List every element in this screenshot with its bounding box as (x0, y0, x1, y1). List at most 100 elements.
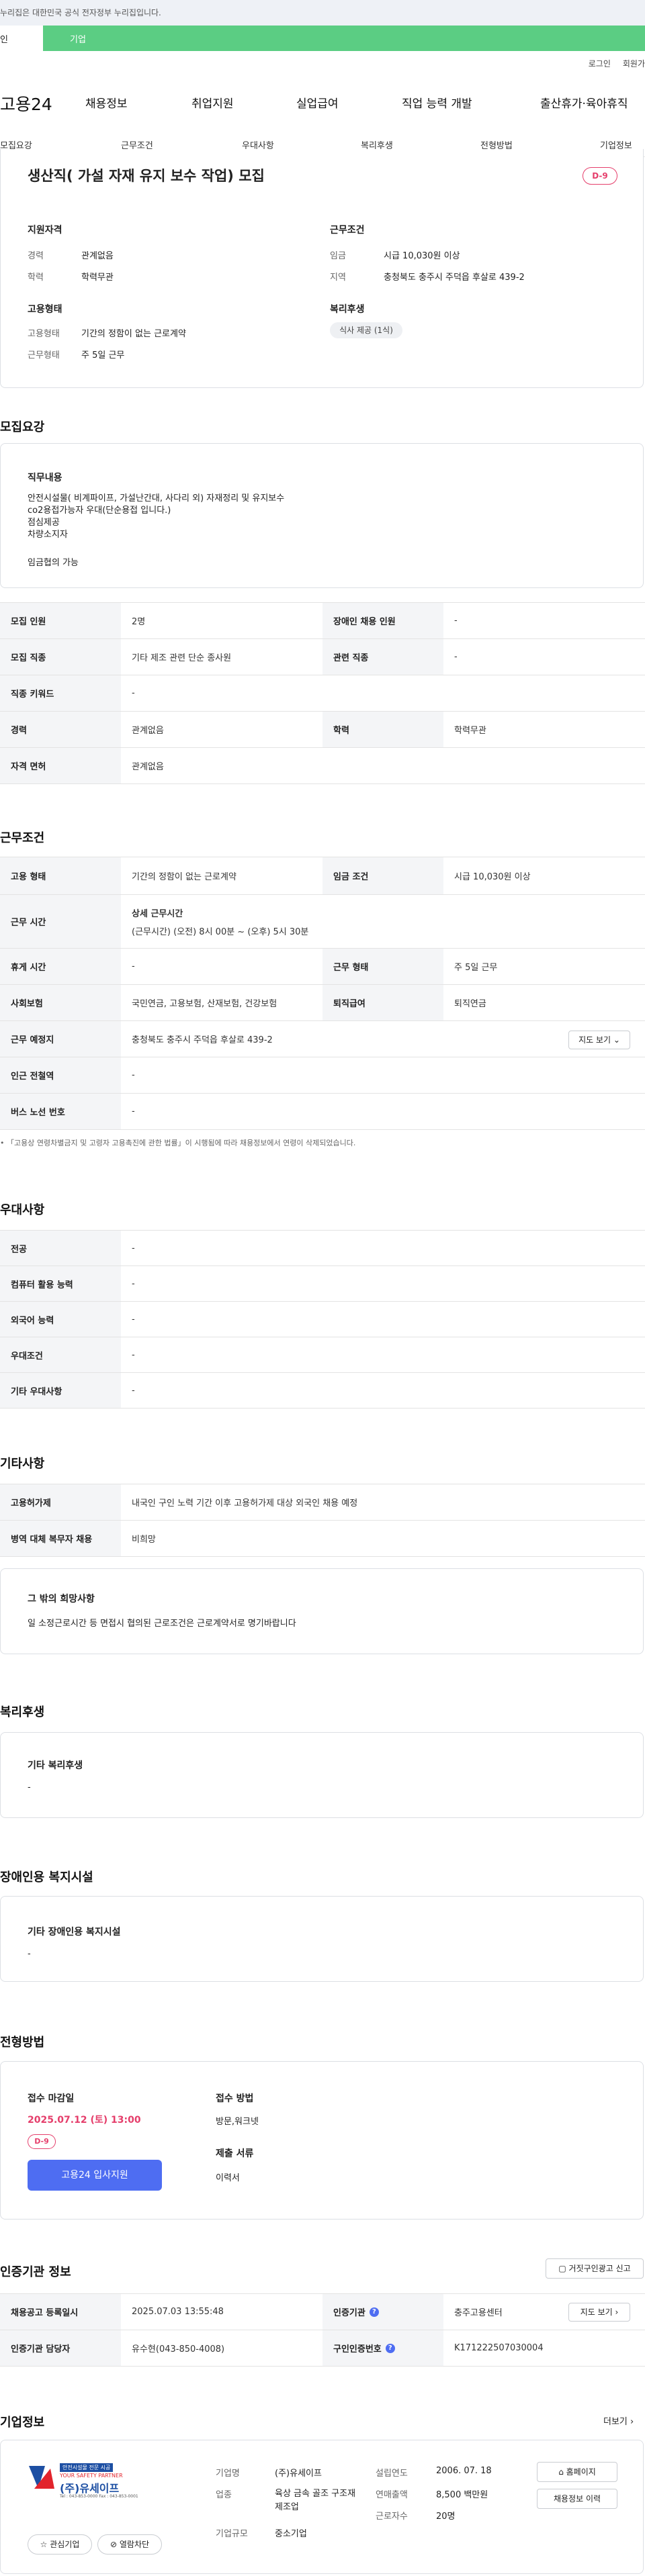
table-row: 사회보험 국민연금, 고용보험, 산재보험, 건강보험 퇴직급여 퇴직연금 (0, 985, 645, 1021)
report-fake-ad-button[interactable]: ▢ 거짓구인광고 신고 (546, 2258, 644, 2279)
cert-map-button[interactable]: 지도 보기 › (568, 2303, 630, 2322)
etc-table: 고용허가제 내국인 구인 노력 기간 이후 고용허가제 대상 외국인 채용 예정 … (0, 1484, 645, 1557)
process-heading: 전형방법 (0, 2036, 45, 2050)
table-row: 전공 - (0, 1231, 645, 1266)
cond-label: 임금 (330, 251, 346, 261)
help-icon[interactable]: ? (369, 2307, 379, 2317)
age-law-note: • 「고용상 연령차별금지 및 고령자 고용촉진에 관한 법률」이 시행됨에 따… (0, 1139, 356, 1147)
table-row: 고용허가제 내국인 구인 노력 기간 이후 고용허가제 대상 외국인 채용 예정 (0, 1484, 645, 1521)
table-header: 구인인증번호? (322, 2330, 443, 2366)
table-header: 모집 인원 (0, 603, 121, 638)
signup-link[interactable]: 회원가 (623, 59, 645, 68)
table-cell: - (132, 1349, 135, 1360)
block-icon: ⊘ (110, 2540, 118, 2549)
gnb-unemployment[interactable]: 실업급여 (296, 94, 339, 111)
emp-value: 기간의 정함이 없는 근로계약 (81, 329, 186, 339)
table-row: 버스 노선 번호 - (0, 1094, 645, 1130)
hope-text: 일 소정근로시간 등 면접시 협의된 근로조건은 근로계약서로 명기바랍니다 (28, 1619, 296, 1629)
docs-value: 이력서 (216, 2173, 240, 2183)
table-row: 기타 우대사항 - (0, 1373, 645, 1409)
process-card: 접수 마감일 2025.07.12 (토) 13:00 D-9 고용24 입사지… (0, 2061, 644, 2220)
table-header: 인근 전철역 (0, 1057, 121, 1093)
etc-heading: 기타사항 (0, 1457, 45, 1471)
table-cell: - (454, 616, 458, 626)
company-field-label: 업종 (216, 2490, 232, 2500)
table-cell: 기타 제조 관련 단순 종사원 (132, 653, 232, 663)
gnb-jobs[interactable]: 채용정보 (85, 94, 128, 111)
company-field-label: 기업명 (216, 2469, 240, 2479)
table-row: 모집 직종 기타 제조 관련 단순 종사원 관련 직종 - (0, 639, 645, 675)
recruit-heading: 모집요강 (0, 420, 45, 434)
map-view-button[interactable]: 지도 보기 ⌄ (568, 1031, 630, 1049)
apply-button[interactable]: 고용24 입사지원 (28, 2160, 162, 2191)
duty-heading: 직무내용 (28, 473, 62, 483)
table-header: 사회보험 (0, 985, 121, 1020)
table-row: 근무 시간 상세 근무시간 (근무시간) (오전) 8시 00분 ~ (오후) … (0, 895, 645, 949)
table-header: 인증기관? (322, 2294, 443, 2330)
gnb-employment-support[interactable]: 취업지원 (191, 94, 234, 111)
cert-org-label: 인증기관 (333, 2308, 366, 2318)
table-cell: - (132, 688, 135, 698)
homepage-button[interactable]: ⌂ 홈페이지 (537, 2462, 617, 2482)
help-icon[interactable]: ? (385, 2343, 395, 2353)
table-header: 우대조건 (0, 1337, 121, 1372)
company-card: 안전시설물 전문 시공 YOUR SAFETY PARTNER (주)유세이프 … (0, 2440, 644, 2574)
tab-company[interactable]: 기업 (43, 26, 645, 51)
docs-heading: 제출 서류 (216, 2148, 254, 2159)
table-header: 전공 (0, 1231, 121, 1266)
table-cell: - (132, 1385, 135, 1396)
table-header: 휴게 시간 (0, 949, 121, 984)
table-header: 근무 예정지 (0, 1021, 121, 1057)
disabled-card: 기타 장애인용 복지시설 - (0, 1896, 644, 1982)
table-cell: 충청북도 충주시 주덕읍 후살로 439-2 (132, 1035, 273, 1045)
site-logo[interactable]: 고용24 (0, 91, 52, 115)
job-history-button[interactable]: 채용정보 이력 (537, 2489, 617, 2509)
cert-heading: 인증기관 정보 (0, 2265, 71, 2279)
login-link[interactable]: 로그인 (589, 59, 611, 68)
table-cell: - (132, 1243, 135, 1253)
company-field-value: 8,500 백만원 (436, 2490, 488, 2500)
table-row: 컴퓨터 활용 능력 - (0, 1266, 645, 1302)
benefit-heading: 복리후생 (0, 1705, 45, 1719)
global-nav: 고용24 채용정보 취업지원 실업급여 직업 능력 개발 출산휴가·육아휴직 (0, 81, 645, 121)
logo-tagline: YOUR SAFETY PARTNER (60, 2473, 123, 2479)
table-row: 인근 전철역 - (0, 1057, 645, 1094)
table-cell: 충주고용센터 (454, 2308, 503, 2318)
table-row: 채용공고 등록일시 2025.07.03 13:55:48 인증기관? 충주고용… (0, 2294, 645, 2330)
chevron-down-icon: ⌄ (613, 1035, 620, 1045)
logo-name: (주)유세이프 (60, 2482, 120, 2495)
table-cell: 기간의 정함이 없는 근로계약 (132, 872, 236, 882)
recruit-table: 모집 인원 2명 장애인 채용 인원 - 모집 직종 기타 제조 관련 단순 종… (0, 602, 645, 784)
table-row: 직종 키워드 - (0, 675, 645, 712)
emp-value: 주 5일 근무 (81, 350, 125, 361)
disabled-value: - (28, 1949, 31, 1959)
table-cell: - (132, 1314, 135, 1325)
company-more-link[interactable]: 더보기 › (603, 2414, 634, 2427)
duty-line: 점심제공 (28, 518, 60, 528)
table-header: 장애인 채용 인원 (322, 603, 443, 638)
gnb-training[interactable]: 직업 능력 개발 (402, 94, 472, 111)
work-heading: 근무조건 (0, 831, 45, 845)
table-header: 컴퓨터 활용 능력 (0, 1266, 121, 1301)
tab-individual[interactable]: 인 (0, 26, 43, 51)
block-label: 열람차단 (119, 2540, 150, 2549)
cond-value: 시급 10,030원 이상 (384, 251, 460, 261)
table-cell: - (132, 1070, 135, 1080)
table-row: 휴게 시간 - 근무 형태 주 5일 근무 (0, 949, 645, 985)
table-row: 모집 인원 2명 장애인 채용 인원 - (0, 603, 645, 639)
cond-heading: 근무조건 (330, 225, 365, 236)
dday-badge: D-9 (583, 167, 617, 185)
logo-top: 안전시설물 전문 시공 (60, 2463, 114, 2472)
table-header: 고용허가제 (0, 1484, 121, 1520)
table-header: 고용 형태 (0, 857, 121, 894)
gnb-parental-leave[interactable]: 출산휴가·육아휴직 (540, 94, 628, 111)
benefit-sub: 기타 복리후생 (28, 1760, 83, 1771)
company-field-value: 중소기업 (275, 2529, 307, 2539)
block-company-button[interactable]: ⊘ 열람차단 (97, 2534, 162, 2555)
table-cell: 국민연금, 고용보험, 산재보험, 건강보험 (132, 999, 277, 1009)
home-icon: ⌂ (558, 2467, 564, 2477)
work-hours-value: (근무시간) (오전) 8시 00분 ~ (오후) 5시 30분 (132, 926, 309, 937)
favorite-company-button[interactable]: ☆ 관심기업 (28, 2534, 92, 2555)
qual-label: 경력 (28, 251, 44, 261)
table-header: 외국어 능력 (0, 1302, 121, 1337)
